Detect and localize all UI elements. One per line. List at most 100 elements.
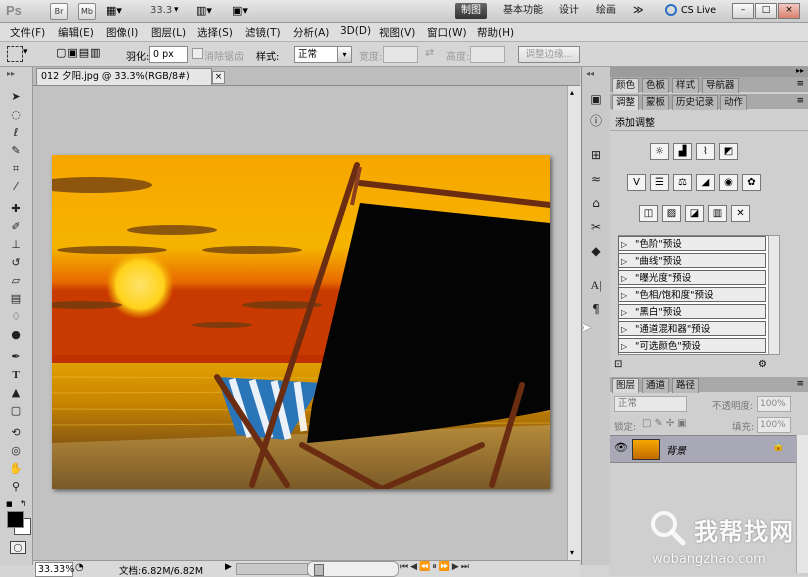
hand-tool-icon[interactable]: ✋	[8, 461, 24, 477]
screen-mode-icon[interactable]: ▣▾	[232, 4, 248, 17]
rect-marquee-icon[interactable]	[7, 46, 23, 62]
toolbox-collapse-icon[interactable]: ▸▸	[7, 69, 15, 78]
opacity-input[interactable]: 100%	[757, 396, 791, 412]
tab-color[interactable]: 颜色	[612, 78, 640, 93]
scroll-down-icon[interactable]: ▾	[570, 548, 574, 557]
3d-rotate-tool-icon[interactable]: ⟲	[8, 425, 24, 441]
slider-thumb[interactable]	[314, 564, 324, 576]
zoom-status-field[interactable]: 33.33%	[35, 562, 74, 577]
tab-adjustments[interactable]: 调整	[612, 95, 640, 110]
move-tool-icon[interactable]: ➤	[8, 89, 24, 105]
menu-file[interactable]: 文件(F)	[10, 25, 45, 40]
quick-mask-icon[interactable]: ◯	[10, 541, 26, 554]
document-tab[interactable]: 012 夕阳.jpg @ 33.3%(RGB/8#) ×	[36, 68, 225, 85]
preset-channel-mixer[interactable]: "通道混和器"预设	[618, 321, 766, 337]
layers-menu-icon[interactable]: ≡	[796, 379, 804, 389]
close-document-button[interactable]: ×	[212, 71, 225, 84]
animation-slider[interactable]	[307, 561, 399, 577]
selective-color-icon[interactable]: ✕	[731, 205, 750, 222]
eraser-tool-icon[interactable]: ▱	[8, 273, 24, 289]
swap-colors-icon[interactable]: ↰	[20, 499, 27, 508]
layer-name[interactable]: 背景	[666, 442, 686, 457]
curves-icon[interactable]: ⌇	[696, 143, 715, 160]
type-tool-icon[interactable]: T	[8, 367, 24, 383]
foreground-color-swatch[interactable]	[7, 511, 24, 528]
levels-icon[interactable]: ▟	[673, 143, 692, 160]
selection-mode-icons[interactable]: ▢▣▤▥	[56, 46, 102, 59]
exposure-icon[interactable]: ◩	[719, 143, 738, 160]
navigator-panel-icon[interactable]: ▣	[587, 91, 605, 107]
brush-presets-panel-icon[interactable]: ≈	[587, 171, 605, 187]
collapse-panels-icon[interactable]: ▸▸	[796, 66, 804, 75]
scroll-up-icon[interactable]: ▴	[570, 88, 574, 97]
blur-tool-icon[interactable]: ♢	[8, 309, 24, 325]
tab-history[interactable]: 历史记录	[672, 95, 719, 110]
tab-actions[interactable]: 动作	[720, 95, 748, 110]
blend-mode-select[interactable]: 正常	[614, 396, 687, 412]
marquee-tool-icon[interactable]: ◌	[8, 107, 24, 123]
channel-mixer-icon[interactable]: ✿	[742, 174, 761, 191]
width-input[interactable]	[383, 46, 418, 63]
photo-filter-icon[interactable]: ◉	[719, 174, 738, 191]
arrange-documents-icon[interactable]: ▥▾	[196, 4, 212, 17]
feather-input[interactable]: 0 px	[149, 46, 188, 63]
cs-live-label[interactable]: CS Live	[681, 5, 716, 16]
tab-layers[interactable]: 图层	[612, 378, 640, 393]
tab-paths[interactable]: 路径	[672, 378, 700, 393]
preset-exposure[interactable]: "曝光度"预设	[618, 270, 766, 286]
tab-swatches[interactable]: 色板	[642, 78, 670, 93]
dock-collapse-icon[interactable]: ◂◂	[586, 69, 594, 78]
vertical-scrollbar[interactable]: ▴ ▾	[567, 86, 581, 560]
status-info-icon[interactable]: ◔	[75, 562, 84, 573]
swap-dimensions-icon[interactable]: ⇄	[425, 46, 434, 59]
menu-filter[interactable]: 滤镜(T)	[245, 25, 281, 40]
close-window-button[interactable]: ×	[778, 3, 800, 19]
menu-edit[interactable]: 编辑(E)	[58, 25, 94, 40]
path-select-tool-icon[interactable]: ▲	[8, 385, 24, 401]
cs-live-icon[interactable]	[665, 4, 677, 16]
view-extras-icon[interactable]: ▦▾	[106, 4, 122, 17]
threshold-icon[interactable]: ◪	[685, 205, 704, 222]
brightness-contrast-icon[interactable]: ☼	[650, 143, 669, 160]
clone-stamp-tool-icon[interactable]: ⊥	[8, 237, 24, 253]
invert-icon[interactable]: ◫	[639, 205, 658, 222]
menu-help[interactable]: 帮助(H)	[477, 25, 514, 40]
zoom-level-field[interactable]: 33.3	[150, 5, 172, 16]
color-panel-menu-icon[interactable]: ≡	[796, 79, 804, 89]
tab-styles[interactable]: 样式	[672, 78, 700, 93]
tab-channels[interactable]: 通道	[642, 378, 670, 393]
vibrance-icon[interactable]: V	[627, 174, 646, 191]
minimize-button[interactable]: –	[732, 3, 754, 19]
workspace-design[interactable]: 制图	[455, 3, 487, 19]
horizontal-scrollbar[interactable]	[236, 563, 308, 575]
preset-black-white[interactable]: "黑白"预设	[618, 304, 766, 320]
lasso-tool-icon[interactable]: ℓ	[8, 125, 24, 141]
brushes-panel-icon[interactable]: ⊞	[587, 147, 605, 163]
preset-hue-saturation[interactable]: "色相/饱和度"预设	[618, 287, 766, 303]
menu-window[interactable]: 窗口(W)	[427, 25, 467, 40]
status-menu-arrow-icon[interactable]: ▶	[225, 562, 232, 572]
paragraph-panel-icon[interactable]: ¶	[587, 301, 605, 317]
info-panel-icon[interactable]: ⓘ	[587, 113, 605, 129]
gradient-map-icon[interactable]: ▥	[708, 205, 727, 222]
preset-levels[interactable]: "色阶"预设	[618, 236, 766, 252]
tab-masks[interactable]: 蒙板	[642, 95, 670, 110]
pen-tool-icon[interactable]: ✒	[8, 349, 24, 365]
healing-brush-tool-icon[interactable]: ✚	[8, 201, 24, 217]
history-brush-tool-icon[interactable]: ↺	[8, 255, 24, 271]
menu-analysis[interactable]: 分析(A)	[293, 25, 329, 40]
workspace-layout[interactable]: 设计	[553, 3, 585, 19]
default-colors-icon[interactable]: ■	[6, 500, 13, 508]
menu-image[interactable]: 图像(I)	[106, 25, 138, 40]
character-panel-icon[interactable]: A|	[587, 277, 605, 293]
layer-row-background[interactable]: 👁 背景 🔒	[610, 435, 796, 463]
maximize-button[interactable]: □	[755, 3, 777, 19]
more-workspaces-button[interactable]: ≫	[627, 3, 649, 19]
mini-bridge-button[interactable]: Mb	[78, 3, 96, 20]
menu-layer[interactable]: 图层(L)	[151, 25, 186, 40]
refine-edge-button[interactable]: 调整边缘...	[518, 46, 580, 63]
adjustments-menu-icon[interactable]: ≡	[796, 96, 804, 106]
preset-curves[interactable]: "曲线"预设	[618, 253, 766, 269]
notes-panel-icon[interactable]: ◆	[587, 243, 605, 259]
height-input[interactable]	[470, 46, 505, 63]
